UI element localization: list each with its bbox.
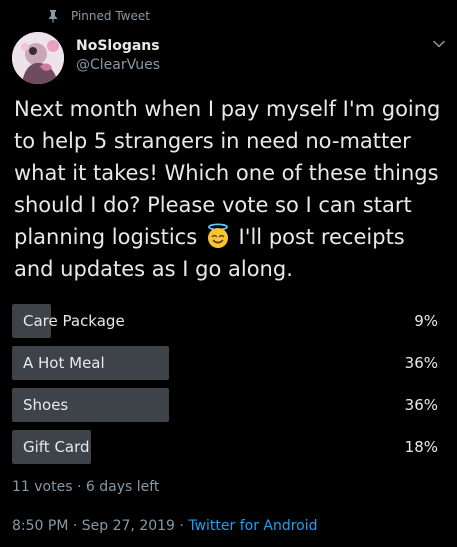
author-handle[interactable]: @ClearVues xyxy=(76,56,160,74)
poll-option-label: Care Package xyxy=(23,312,125,330)
tweet-footer: 8:50 PM · Sep 27, 2019 · Twitter for And… xyxy=(12,518,318,534)
poll-option-percent: 36% xyxy=(404,396,438,414)
pinned-tweet-text: Pinned Tweet xyxy=(71,9,150,23)
poll: Care Package 9% A Hot Meal 36% Shoes 36%… xyxy=(12,304,442,472)
poll-option-label: Shoes xyxy=(23,396,69,414)
poll-option-label: Gift Card xyxy=(23,438,90,456)
poll-time-left: 6 days left xyxy=(85,479,160,495)
smiling-face-with-halo-icon xyxy=(207,223,228,248)
tweet-time[interactable]: 8:50 PM xyxy=(12,518,68,534)
poll-option-a-hot-meal: A Hot Meal 36% xyxy=(12,346,442,380)
poll-vote-count: 11 votes xyxy=(12,479,73,495)
poll-option-percent: 36% xyxy=(404,354,438,372)
poll-option-shoes: Shoes 36% xyxy=(12,388,442,422)
tweet-text: Next month when I pay myself I'm going t… xyxy=(14,93,446,285)
poll-meta: 11 votes · 6 days left xyxy=(12,479,159,495)
footer-separator: · xyxy=(174,518,189,534)
poll-meta-separator: · xyxy=(72,479,86,495)
pin-icon xyxy=(49,10,57,23)
avatar-image xyxy=(12,32,64,84)
tweet-source-link[interactable]: Twitter for Android xyxy=(188,518,317,534)
tweet-author[interactable]: NoSlogans @ClearVues xyxy=(76,37,160,74)
poll-option-percent: 18% xyxy=(404,438,438,456)
footer-separator: · xyxy=(68,518,82,534)
tweet-date[interactable]: Sep 27, 2019 xyxy=(82,518,175,534)
author-display-name[interactable]: NoSlogans xyxy=(76,37,160,55)
avatar[interactable] xyxy=(12,32,64,84)
poll-option-care-package: Care Package 9% xyxy=(12,304,442,338)
chevron-down-icon[interactable] xyxy=(431,38,447,50)
poll-option-label: A Hot Meal xyxy=(23,354,105,372)
poll-option-percent: 9% xyxy=(414,312,438,330)
pinned-tweet-label-row: Pinned Tweet xyxy=(49,8,150,24)
poll-option-gift-card: Gift Card 18% xyxy=(12,430,442,464)
